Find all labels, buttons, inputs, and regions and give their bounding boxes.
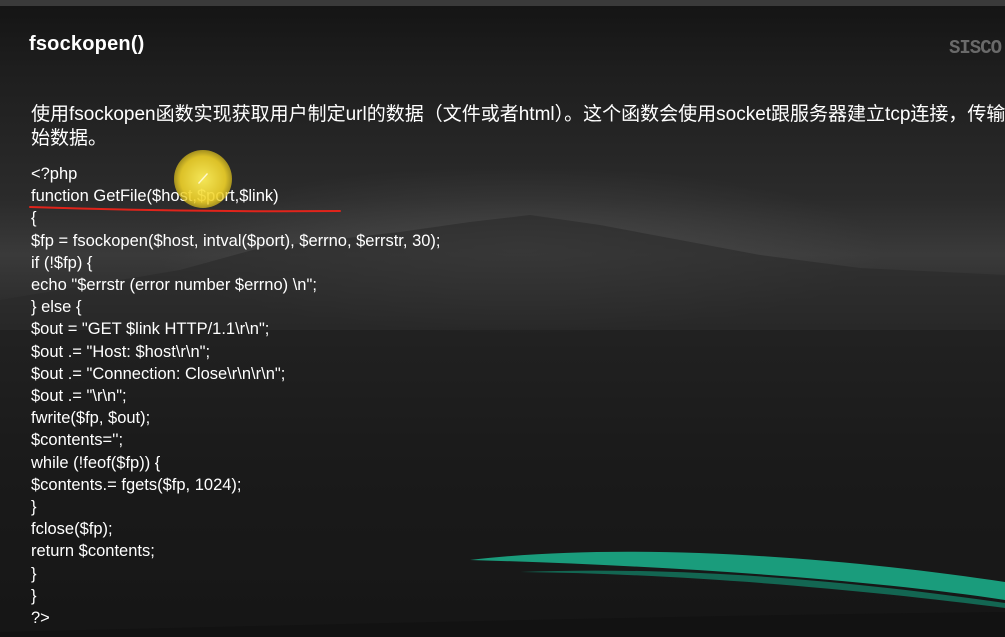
- decorative-swoosh: [0, 551, 1005, 637]
- slide-canvas: fsockopen() SISCO 使用fsockopen函数实现获取用户制定u…: [0, 0, 1005, 637]
